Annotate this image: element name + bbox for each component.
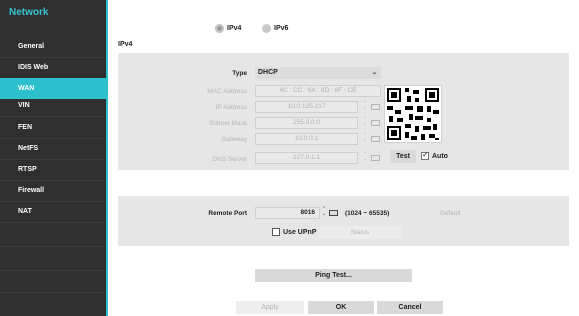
gateway-field[interactable]: 10.0.0.1 xyxy=(255,133,358,145)
mac-address-label: MAC Address xyxy=(207,88,247,95)
chevron-down-icon: ⌄ xyxy=(371,70,377,76)
dns-server-field[interactable]: 127.0.1.1 xyxy=(255,152,358,164)
sidebar-item-fen[interactable]: FEN xyxy=(0,117,108,138)
use-upnp-checkbox[interactable] xyxy=(272,228,280,236)
ip-address-label: IP Address xyxy=(215,104,247,111)
auto-checkbox[interactable]: ✓ xyxy=(421,150,429,160)
subnet-stepper-icon: ⌃ ⌄ xyxy=(362,116,368,127)
sidebar: Network General IDIS Web WAN VIN FEN Net… xyxy=(0,0,108,316)
ipv6-radio[interactable]: IPv6 xyxy=(262,24,288,33)
test-button[interactable]: Test xyxy=(390,150,416,163)
type-select[interactable]: DHCP ⌄ xyxy=(255,67,381,79)
sidebar-item-idis-web[interactable]: IDIS Web xyxy=(0,57,108,78)
dns-server-label: DNS Server xyxy=(212,156,247,163)
remote-port-field[interactable]: 8016 xyxy=(255,207,320,219)
sidebar-divider xyxy=(0,246,106,247)
sidebar-item-nat[interactable]: NAT xyxy=(0,201,108,222)
default-button[interactable]: Default xyxy=(440,210,461,217)
dns-stepper-icon: ⌃ ⌄ xyxy=(362,151,368,162)
ipv4-radio-label: IPv4 xyxy=(227,25,242,32)
subnet-mask-field[interactable]: 255.0.0.0 xyxy=(255,117,358,129)
apply-button[interactable]: Apply xyxy=(236,301,304,314)
port-range-text: (1024 ~ 65535) xyxy=(345,210,390,217)
sidebar-title: Network xyxy=(9,7,49,18)
sidebar-divider xyxy=(0,292,106,293)
checkmark-icon: ✓ xyxy=(422,150,429,159)
sidebar-item-netfs[interactable]: NetFS xyxy=(0,138,108,159)
ipv6-radio-label: IPv6 xyxy=(274,25,289,32)
cancel-button[interactable]: Cancel xyxy=(377,301,443,314)
keyboard-icon[interactable] xyxy=(371,120,380,126)
use-upnp-label: Use UPnP xyxy=(283,229,317,236)
ping-test-button[interactable]: Ping Test... xyxy=(255,269,412,282)
type-label: Type xyxy=(232,70,247,77)
port-stepper-icon[interactable]: ⌃ ⌄ xyxy=(321,207,327,219)
gateway-stepper-icon: ⌃ ⌄ xyxy=(362,132,368,143)
sidebar-divider xyxy=(0,222,106,223)
mac-address-field: 4C : CC : 6A : 8D : 8F : CE xyxy=(255,85,381,97)
gateway-label: Gateway xyxy=(221,136,247,143)
keyboard-icon[interactable] xyxy=(371,104,380,110)
radio-selected-icon xyxy=(215,24,224,33)
qr-code xyxy=(384,85,442,143)
type-select-value: DHCP xyxy=(258,69,278,76)
radio-unselected-icon xyxy=(262,24,271,33)
sidebar-item-firewall[interactable]: Firewall xyxy=(0,180,108,201)
keyboard-icon[interactable] xyxy=(371,136,380,142)
section-title-ipv4: IPv4 xyxy=(118,41,133,48)
ip-stepper-icon: ⌃ ⌄ xyxy=(362,100,368,111)
sidebar-item-rtsp[interactable]: RTSP xyxy=(0,159,108,180)
sidebar-item-vin[interactable]: VIN xyxy=(0,95,108,116)
keyboard-icon[interactable] xyxy=(371,155,380,161)
ip-address-field[interactable]: 10.0.125.217 xyxy=(255,101,358,113)
auto-label: Auto xyxy=(432,153,448,160)
status-button[interactable]: Status xyxy=(319,226,401,239)
subnet-mask-label: Subnet Mask xyxy=(209,120,247,127)
ok-button[interactable]: OK xyxy=(308,301,374,314)
sidebar-accent-line xyxy=(106,0,108,316)
qr-code-icon xyxy=(387,88,439,140)
keyboard-icon[interactable] xyxy=(329,210,338,216)
sidebar-divider xyxy=(0,270,106,271)
sidebar-item-general[interactable]: General xyxy=(0,36,108,57)
remote-port-label: Remote Port xyxy=(208,210,247,217)
ipv4-radio[interactable]: IPv4 xyxy=(215,24,241,33)
